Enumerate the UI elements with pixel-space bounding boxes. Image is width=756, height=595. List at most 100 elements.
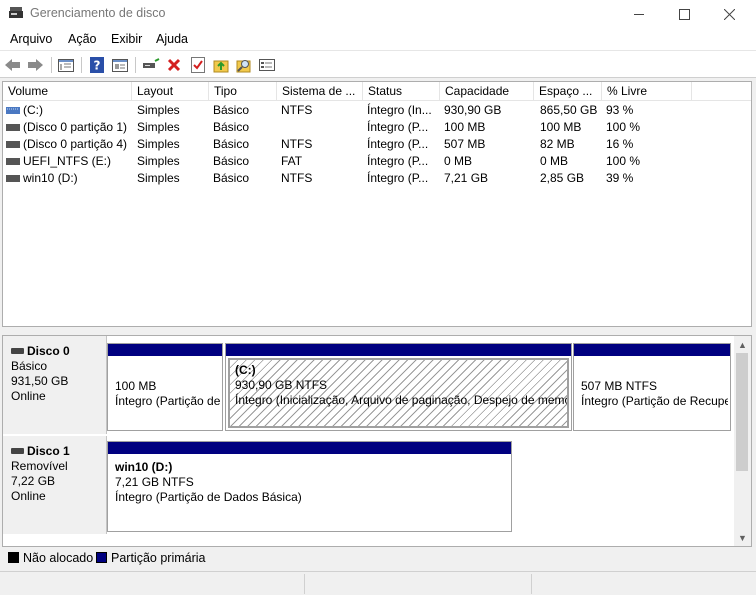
cell-espaco: 865,50 GB <box>540 103 598 117</box>
status-section <box>304 574 305 594</box>
maximize-icon <box>678 8 690 20</box>
partition-bar <box>574 344 730 356</box>
console-button[interactable] <box>110 55 130 75</box>
cell-volume: UEFI_NTFS (E:) <box>23 154 112 168</box>
cell-espaco: 82 MB <box>540 137 575 151</box>
disk-icon <box>11 448 24 454</box>
column-header-volume[interactable]: Volume <box>3 82 132 101</box>
volume-list[interactable]: Volume Layout Tipo Sistema de ... Status… <box>2 81 752 327</box>
disk-0-name: Disco 0 <box>11 344 106 359</box>
menu-ajuda[interactable]: Ajuda <box>156 32 188 46</box>
disk-1-size: 7,22 GB <box>11 474 56 488</box>
cell-espaco: 100 MB <box>540 120 582 134</box>
cell-status: Íntegro (In... <box>367 103 432 117</box>
column-header-livre[interactable]: % Livre <box>602 82 692 101</box>
details-button[interactable] <box>257 55 277 75</box>
disk-0-state: Online <box>11 389 46 403</box>
svg-text:?: ? <box>94 59 101 73</box>
back-icon <box>5 59 20 71</box>
cell-layout: Simples <box>137 154 180 168</box>
partition-disk0-p4[interactable]: 507 MB NTFS Íntegro (Partição de Recupe <box>573 343 731 431</box>
cell-volume: (C:) <box>23 103 43 117</box>
scrollbar-thumb[interactable] <box>736 353 748 471</box>
details-icon <box>259 59 275 71</box>
help-button[interactable]: ? <box>87 55 107 75</box>
legend: Não alocado Partição primária <box>0 547 756 569</box>
scroll-down-arrow-icon[interactable]: ▼ <box>734 529 751 546</box>
close-button[interactable] <box>706 0 752 28</box>
vertical-scrollbar[interactable]: ▲ ▼ <box>734 336 751 546</box>
table-row[interactable]: (C:) Simples Básico NTFS Íntegro (In... … <box>3 102 751 119</box>
column-header-status[interactable]: Status <box>363 82 440 101</box>
delete-button[interactable] <box>164 55 184 75</box>
partition-title: (C:) <box>235 363 256 377</box>
cell-tipo: Básico <box>213 137 250 151</box>
minimize-icon <box>633 13 644 15</box>
table-row[interactable]: (Disco 0 partição 1) Simples Básico Ínte… <box>3 119 751 136</box>
cell-tipo: Básico <box>213 154 250 168</box>
forward-button[interactable] <box>25 55 45 75</box>
cell-status: Íntegro (P... <box>367 120 429 134</box>
properties-button[interactable] <box>56 55 76 75</box>
upload-button[interactable] <box>211 55 231 75</box>
status-bar <box>0 571 756 595</box>
cell-capacidade: 507 MB <box>444 137 486 151</box>
partition-status: Íntegro (Partição de Dados Básica) <box>115 490 302 504</box>
search-button[interactable] <box>234 55 254 75</box>
partition-status: Íntegro (Inicialização, Arquivo de pagin… <box>235 393 569 407</box>
back-button[interactable] <box>3 55 23 75</box>
menu-acao[interactable]: Ação <box>68 32 97 46</box>
cell-livre: 93 % <box>606 103 634 117</box>
delete-icon <box>167 58 181 72</box>
cell-fs: NTFS <box>281 171 313 185</box>
menu-exibir[interactable]: Exibir <box>111 32 142 46</box>
pane-splitter[interactable] <box>0 327 756 335</box>
cell-fs: FAT <box>281 154 303 168</box>
partition-disk0-p1[interactable]: 100 MB Íntegro (Partição de <box>107 343 223 431</box>
cell-espaco: 0 MB <box>540 154 569 168</box>
partition-disk0-c[interactable]: (C:) 930,90 GB NTFS Íntegro (Inicializaç… <box>225 343 572 431</box>
column-header-sistema[interactable]: Sistema de ... <box>277 82 363 101</box>
cell-tipo: Básico <box>213 120 250 134</box>
disk-icon <box>11 348 24 354</box>
menu-arquivo[interactable]: Arquivo <box>10 32 52 46</box>
volume-icon <box>6 141 20 148</box>
column-header-capacidade[interactable]: Capacidade <box>440 82 534 101</box>
legend-label-primary: Partição primária <box>111 551 206 565</box>
disk-graph-view[interactable]: Disco 0 Básico 931,50 GB Online 100 MB Í… <box>2 335 752 547</box>
close-icon <box>723 8 735 20</box>
table-row[interactable]: (Disco 0 partição 4) Simples Básico NTFS… <box>3 136 751 153</box>
cell-capacidade: 100 MB <box>444 120 486 134</box>
upload-icon <box>213 60 229 73</box>
cell-espaco: 2,85 GB <box>540 171 585 185</box>
table-row[interactable]: UEFI_NTFS (E:) Simples Básico FAT Íntegr… <box>3 153 751 170</box>
volume-list-header: Volume Layout Tipo Sistema de ... Status… <box>3 82 751 101</box>
volume-icon <box>6 158 20 165</box>
properties-icon <box>58 59 74 72</box>
disk-1-label[interactable]: Disco 1 Removível 7,22 GB Online <box>3 436 107 534</box>
cell-status: Íntegro (P... <box>367 154 429 168</box>
disk-0-type: Básico <box>11 359 48 373</box>
scroll-up-arrow-icon[interactable]: ▲ <box>734 336 751 353</box>
column-header-layout[interactable]: Layout <box>132 82 209 101</box>
console-icon <box>112 59 128 72</box>
column-header-espaco[interactable]: Espaço ... <box>534 82 602 101</box>
connect-icon <box>143 58 160 68</box>
partition-size: 7,21 GB NTFS <box>115 475 194 489</box>
maximize-button[interactable] <box>661 0 707 28</box>
disk-0-label[interactable]: Disco 0 Básico 931,50 GB Online <box>3 336 107 434</box>
checklist-icon <box>191 57 205 73</box>
window-title: Gerenciamento de disco <box>30 6 166 20</box>
cell-layout: Simples <box>137 171 180 185</box>
column-header-tipo[interactable]: Tipo <box>209 82 277 101</box>
cell-tipo: Básico <box>213 171 250 185</box>
minimize-button[interactable] <box>616 0 662 28</box>
checklist-button[interactable] <box>188 55 208 75</box>
partition-disk1-d[interactable]: win10 (D:) 7,21 GB NTFS Íntegro (Partiçã… <box>107 441 512 532</box>
connect-button[interactable] <box>141 55 161 75</box>
cell-capacidade: 930,90 GB <box>444 103 502 117</box>
partition-bar <box>108 442 511 454</box>
table-row[interactable]: win10 (D:) Simples Básico NTFS Íntegro (… <box>3 170 751 187</box>
cell-volume: (Disco 0 partição 4) <box>23 137 128 151</box>
cell-layout: Simples <box>137 137 180 151</box>
